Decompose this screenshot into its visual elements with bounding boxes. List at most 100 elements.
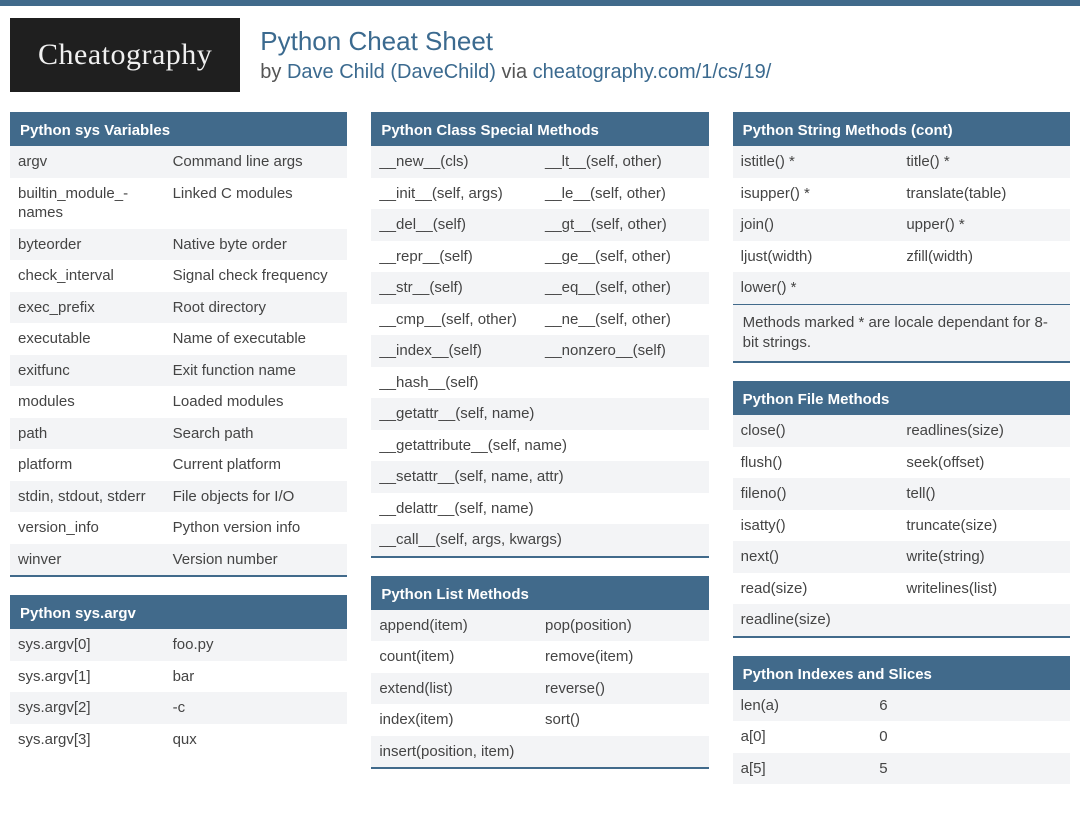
cell: File objects for I/O [173, 487, 340, 507]
card-special-methods: Python Class Special Methods __new__(cls… [371, 112, 708, 558]
card-body: sys.argv[0]foo.pysys.argv[1]barsys.argv[… [10, 629, 347, 755]
cell: __ne__(self, other) [545, 310, 701, 330]
cell: foo.py [173, 635, 340, 655]
table-row: __del__(self)__gt__(self, other) [371, 209, 708, 241]
table-row: sys.argv[2]-c [10, 692, 347, 724]
cell: truncate(size) [906, 516, 1062, 536]
card-body: append(item)pop(position)count(item)remo… [371, 610, 708, 768]
table-row: extend(list)reverse() [371, 673, 708, 705]
cell: byteorder [18, 235, 163, 255]
cell: __eq__(self, other) [545, 278, 701, 298]
table-row: stdin, stdout, stderr File objects for I/… [10, 481, 347, 513]
author-link[interactable]: Dave Child (DaveChild) [287, 61, 496, 83]
page-title: Python Cheat Sheet [260, 26, 771, 57]
cell: __init__(self, args) [379, 184, 535, 204]
table-row: lower() * [733, 272, 1070, 304]
card-body: close()readlines(size)flush()seek(offset… [733, 415, 1070, 636]
title-block: Python Cheat Sheet by Dave Child (DaveCh… [260, 26, 771, 84]
table-row: ljust(width) zfill(width) [733, 241, 1070, 273]
cell: __del__(self) [379, 215, 535, 235]
cell: index(item) [379, 710, 535, 730]
cell: translate(table) [906, 184, 1062, 204]
table-row: __call__(self, args, kwargs) [371, 524, 708, 556]
cell: path [18, 424, 163, 444]
table-row: platformCurrent platform [10, 449, 347, 481]
cell: writelines(list) [906, 579, 1062, 599]
table-row: exitfuncExit function name [10, 355, 347, 387]
cell: isatty() [741, 516, 897, 536]
table-row: executableName of executable [10, 323, 347, 355]
table-row: modules Loaded modules [10, 386, 347, 418]
card-list-methods: Python List Methods append(item)pop(posi… [371, 576, 708, 770]
cell: Python version info [173, 518, 340, 538]
cell: __ge__(self, other) [545, 247, 701, 267]
cell: remove(item) [545, 647, 701, 667]
cell: winver [18, 550, 163, 570]
table-row: fileno()tell() [733, 478, 1070, 510]
cell: __new__(cls) [379, 152, 535, 172]
cell: version_info [18, 518, 163, 538]
table-row: istitle() *title() * [733, 146, 1070, 178]
card-body: __new__(cls) __lt__(self, other) __init__(… [371, 146, 708, 556]
table-row: version_info Python version info [10, 512, 347, 544]
table-row: next()write(string) [733, 541, 1070, 573]
card-header: Python File Methods [733, 384, 1070, 415]
table-row: a[0]0 [733, 721, 1070, 753]
cell: ljust(width) [741, 247, 897, 267]
cell: a[5] [741, 759, 870, 779]
table-row: flush()seek(offset) [733, 447, 1070, 479]
table-row: __hash__(self) [371, 367, 708, 399]
cell: Exit function name [173, 361, 340, 381]
table-row: builtin_module_-namesLinked C modules [10, 178, 347, 229]
cell: executable [18, 329, 163, 349]
cell: Loaded modules [173, 392, 340, 412]
cell: __lt__(self, other) [545, 152, 701, 172]
cell: __index__(self) [379, 341, 535, 361]
url-link[interactable]: cheatography.com/1/cs/19/ [533, 61, 772, 83]
table-row: readline(size) [733, 604, 1070, 636]
table-row: __str__(self) __eq__(self, other) [371, 272, 708, 304]
table-row: __setattr__(self, name, attr) [371, 461, 708, 493]
cell: flush() [741, 453, 897, 473]
table-row: winverVersion number [10, 544, 347, 576]
cell: __cmp__(self, other) [379, 310, 535, 330]
card-body: len(a)6a[0]0a[5]5 [733, 690, 1070, 785]
cell: __hash__(self) [379, 373, 700, 393]
cell: stdin, stdout, stderr [18, 487, 163, 507]
cell: lower() * [741, 278, 1062, 298]
table-row: __init__(self, args)__le__(self, other) [371, 178, 708, 210]
table-row: __cmp__(self, other) __ne__(self, other) [371, 304, 708, 336]
column-2: Python Class Special Methods __new__(cls… [371, 112, 708, 787]
cell: Current platform [173, 455, 340, 475]
cell: Search path [173, 424, 340, 444]
cell: exec_prefix [18, 298, 163, 318]
cell: istitle() * [741, 152, 897, 172]
cell: Command line args [173, 152, 340, 172]
cell: extend(list) [379, 679, 535, 699]
card-body: istitle() *title() * isupper() * translate… [733, 146, 1070, 304]
cell: insert(position, item) [379, 742, 700, 762]
table-row: check_intervalSignal check frequency [10, 260, 347, 292]
cell: tell() [906, 484, 1062, 504]
table-row: __index__(self)__nonzero__(self) [371, 335, 708, 367]
table-row: exec_prefixRoot directory [10, 292, 347, 324]
table-row: sys.argv[1]bar [10, 661, 347, 693]
cell: __str__(self) [379, 278, 535, 298]
table-row: __new__(cls) __lt__(self, other) [371, 146, 708, 178]
cell: isupper() * [741, 184, 897, 204]
table-row: __repr__(self)__ge__(self, other) [371, 241, 708, 273]
column-1: Python sys Variables argvCommand line ar… [10, 112, 347, 773]
cell: zfill(width) [906, 247, 1062, 267]
cell: 6 [879, 696, 1062, 716]
cell: modules [18, 392, 163, 412]
cell: __delattr__(self, name) [379, 499, 700, 519]
cell: sys.argv[1] [18, 667, 163, 687]
table-row: __delattr__(self, name) [371, 493, 708, 525]
cell: __getattribute__(self, name) [379, 436, 700, 456]
table-row: append(item)pop(position) [371, 610, 708, 642]
card-string-methods: Python String Methods (cont) istitle() *… [733, 112, 1070, 363]
cell: next() [741, 547, 897, 567]
table-row: close()readlines(size) [733, 415, 1070, 447]
card-header: Python sys.argv [10, 598, 347, 629]
table-row: count(item)remove(item) [371, 641, 708, 673]
